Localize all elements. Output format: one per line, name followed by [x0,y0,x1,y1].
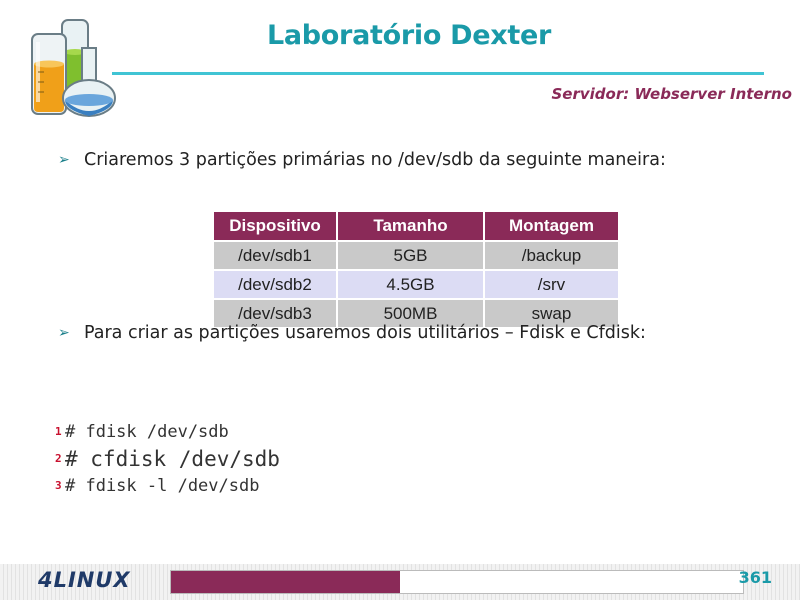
line-number: 3 [55,479,62,492]
slide-footer: 4LINUX 361 [0,560,800,600]
partition-table: Dispositivo Tamanho Montagem /dev/sdb1 5… [214,212,618,327]
page-title: Laboratório Dexter [266,20,552,51]
command-text: # fdisk /dev/sdb [65,421,229,442]
table-cell: /dev/sdb1 [214,240,338,270]
page-subtitle: Servidor: Webserver Interno [551,85,792,103]
bullet-item: ➢ Criaremos 3 partições primárias no /de… [58,150,666,170]
table-cell: /backup [484,240,618,270]
command-line: 3 # fdisk -l /dev/sdb [55,472,280,499]
table-cell: /srv [484,269,618,299]
command-text: # cfdisk /dev/sdb [65,446,280,471]
brand-logo: 4LINUX [38,568,131,592]
progress-bar [170,570,744,594]
command-text: # fdisk -l /dev/sdb [65,475,260,496]
command-list: 1 # fdisk /dev/sdb 2 # cfdisk /dev/sdb 3… [55,418,280,499]
table-row: /dev/sdb2 4.5GB /srv [214,269,618,299]
table-cell: 5GB [337,240,485,270]
column-header-mount: Montagem [484,212,618,241]
bullet-text: Para criar as partições usaremos dois ut… [84,323,646,343]
brand-logo-text: 4LINUX [38,568,131,592]
table-cell: /dev/sdb2 [214,269,338,299]
line-number: 2 [55,452,62,465]
column-header-size: Tamanho [337,212,485,241]
page-number: 361 [738,568,772,587]
progress-fill [171,571,400,593]
table-cell: 4.5GB [337,269,485,299]
bullet-item: ➢ Para criar as partições usaremos dois … [58,323,646,343]
title-divider [112,72,764,75]
bullet-text: Criaremos 3 partições primárias no /dev/… [84,150,666,170]
table-header-row: Dispositivo Tamanho Montagem [214,212,618,241]
arrow-bullet-icon: ➢ [58,325,70,341]
line-number: 1 [55,425,62,438]
arrow-bullet-icon: ➢ [58,152,70,168]
column-header-device: Dispositivo [214,212,338,241]
table-row: /dev/sdb1 5GB /backup [214,240,618,270]
command-line: 2 # cfdisk /dev/sdb [55,445,280,472]
command-line: 1 # fdisk /dev/sdb [55,418,280,445]
